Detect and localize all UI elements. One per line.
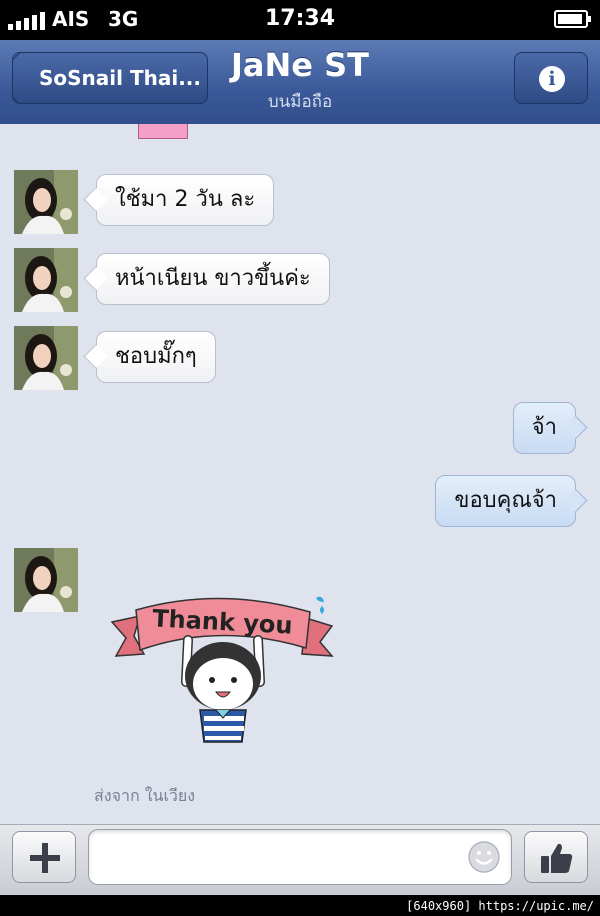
message-text: หน้าเนียน ขาวขึ้นค่ะ [115,266,311,291]
incoming-message[interactable]: ชอบมั๊กๆ [96,331,216,383]
battery-icon [554,10,591,28]
sent-from-location: ส่งจาก ในเวียง [94,786,196,805]
message-text: ชอบมั๊กๆ [115,344,197,369]
message-input[interactable] [88,829,512,885]
status-bar: AIS 3G 17:34 [0,0,600,40]
info-icon: i [539,66,565,92]
message-text: ขอบคุณจ้า [454,488,557,513]
thank-you-sticker[interactable]: Thank you [110,592,338,744]
clock: 17:34 [264,6,336,31]
previous-sticker-fragment [138,124,188,139]
incoming-message[interactable]: ใช้มา 2 วัน ละ [96,174,275,226]
thumbs-up-icon [541,843,573,873]
message-text: จ้า [531,415,557,440]
contact-avatar[interactable] [14,326,78,390]
navigation-bar: SoSnail Thai... JaNe ST บนมือถือ i [0,40,600,125]
add-attachment-button[interactable] [12,831,76,883]
conversation-title: JaNe ST [231,46,369,84]
info-button[interactable]: i [514,52,588,104]
message-thread[interactable]: ใช้มา 2 วัน ละ หน้าเนียน ขาวขึ้นค่ะ ชอบม… [0,124,600,824]
contact-avatar[interactable] [14,170,78,234]
contact-avatar[interactable] [14,548,78,612]
incoming-message[interactable]: หน้าเนียน ขาวขึ้นค่ะ [96,253,330,305]
outgoing-message[interactable]: จ้า [512,402,576,454]
message-composer [0,824,600,895]
image-watermark: [640x960] https://upic.me/ [402,896,598,916]
outgoing-message[interactable]: ขอบคุณจ้า [435,475,576,527]
message-text: ใช้มา 2 วัน ละ [115,187,256,212]
contact-avatar[interactable] [14,248,78,312]
smiley-icon[interactable] [467,840,501,874]
like-button[interactable] [524,831,588,883]
presence-status: บนมือถือ [267,92,333,112]
